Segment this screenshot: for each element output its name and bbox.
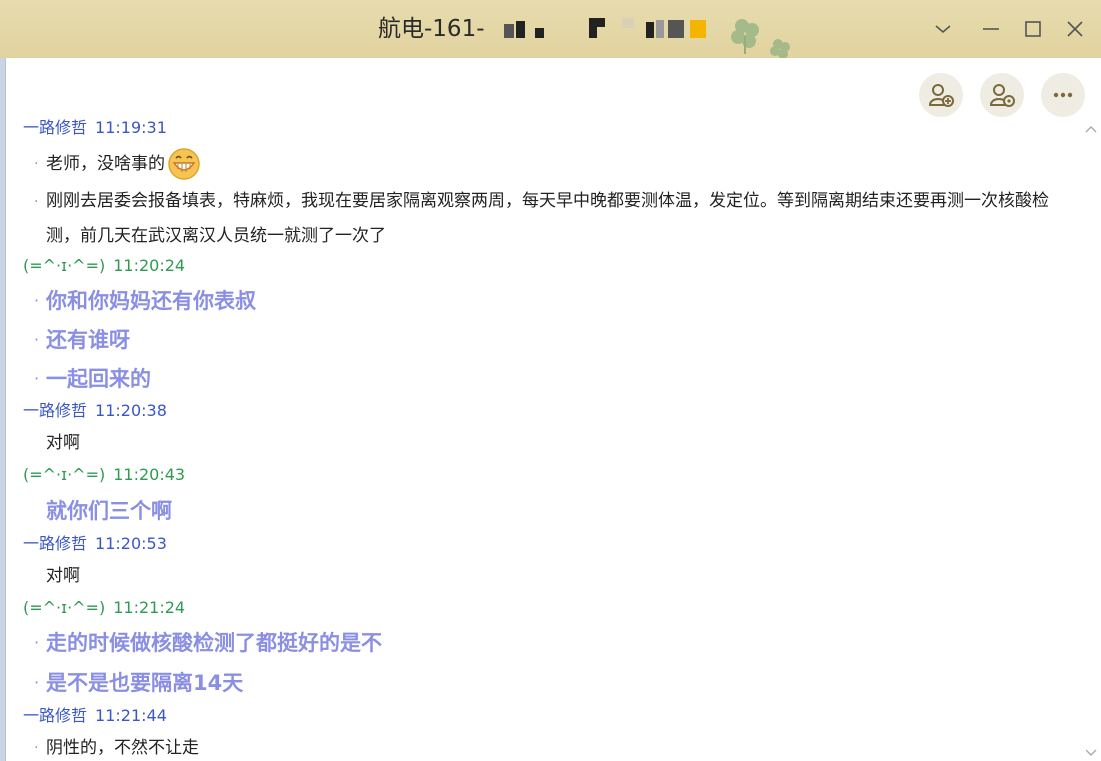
member-settings-button[interactable]: [980, 73, 1024, 117]
clover-decoration-icon: [731, 19, 790, 58]
message-time: 11:20:38: [95, 401, 167, 420]
message-header: 一路修哲 11:20:38: [23, 400, 167, 422]
message-text: 还有谁呀: [46, 328, 130, 352]
message-line: ·就你们三个啊: [34, 497, 172, 525]
message-line: · 你和你妈妈还有你表叔: [34, 289, 256, 313]
chevron-down-icon: [935, 25, 951, 34]
sender-name: 一路修哲: [23, 118, 88, 137]
title-bar: 航电-161-: [0, 0, 1101, 58]
message-text: 刚刚去居委会报备填表，特麻烦，我现在要居家隔离观察两周，每天早中晚都要测体温，发…: [46, 191, 1049, 246]
message-line: · 还有谁呀: [34, 328, 130, 352]
message-header: (=^·ɪ·^=) 11:21:24: [23, 597, 185, 619]
message-text: 走的时候做核酸检测了都挺好的是不: [46, 631, 382, 655]
message-text: 阴性的，不然不让走: [46, 738, 199, 758]
close-icon: [1067, 21, 1083, 37]
add-member-button[interactable]: [919, 73, 963, 117]
more-icon: [1053, 92, 1073, 98]
message-text: 对啊: [46, 566, 80, 586]
scroll-down-arrow-icon[interactable]: [1084, 748, 1098, 758]
message-header: 一路修哲 11:19:31: [23, 117, 167, 139]
message-time: 11:20:43: [113, 465, 186, 484]
message-line: · 老师，没啥事的: [34, 148, 201, 180]
message-time: 11:19:31: [95, 118, 167, 137]
message-header: (=^·ɪ·^=) 11:20:24: [23, 255, 185, 277]
left-window-edge: [0, 58, 6, 761]
message-line: · 刚刚去居委会报备填表，特麻烦，我现在要居家隔离观察两周，每天早中晚都要测体温，…: [34, 191, 1049, 246]
sender-name: 一路修哲: [23, 706, 88, 725]
message-time: 11:20:53: [95, 534, 167, 553]
sender-name: 一路修哲: [23, 534, 88, 553]
minimize-icon: [983, 28, 999, 30]
add-person-icon: [928, 84, 954, 107]
maximize-button[interactable]: [1018, 14, 1048, 44]
sender-name: (=^·ɪ·^=): [23, 598, 106, 617]
window-title: 航电-161-: [378, 16, 485, 42]
sender-name: (=^·ɪ·^=): [23, 256, 106, 275]
message-text: 老师，没啥事的: [46, 154, 165, 174]
sender-name: 一路修哲: [23, 401, 88, 420]
message-header: 一路修哲 11:21:44: [23, 705, 167, 727]
person-settings-icon: [989, 84, 1015, 107]
message-text: 对啊: [46, 433, 80, 453]
message-time: 11:21:44: [95, 706, 167, 725]
sender-name: (=^·ɪ·^=): [23, 465, 106, 484]
maximize-icon: [1025, 21, 1041, 37]
message-line: ·对啊: [34, 431, 80, 455]
message-header: (=^·ɪ·^=) 11:20:43: [23, 464, 185, 486]
message-text: 一起回来的: [46, 367, 151, 391]
message-text: 就你们三个啊: [46, 499, 172, 523]
message-time: 11:20:24: [113, 256, 186, 275]
message-line: ·对啊: [34, 564, 80, 588]
minimize-button[interactable]: [976, 14, 1006, 44]
message-header: 一路修哲 11:20:53: [23, 533, 167, 555]
redacted-title-part: [486, 18, 726, 40]
scroll-up-arrow-icon[interactable]: [1084, 124, 1098, 134]
grinning-face-icon: [168, 148, 200, 180]
message-line: · 阴性的，不然不让走: [34, 738, 199, 758]
dropdown-button[interactable]: [928, 14, 958, 44]
message-line: · 走的时候做核酸检测了都挺好的是不: [34, 631, 382, 655]
close-button[interactable]: [1060, 14, 1090, 44]
message-line: · 是不是也要隔离14天: [34, 671, 244, 695]
message-text: 你和你妈妈还有你表叔: [46, 289, 256, 313]
message-text: 是不是也要隔离14天: [46, 671, 244, 695]
message-time: 11:21:24: [113, 598, 186, 617]
message-line: · 一起回来的: [34, 367, 151, 391]
more-options-button[interactable]: [1041, 73, 1085, 117]
